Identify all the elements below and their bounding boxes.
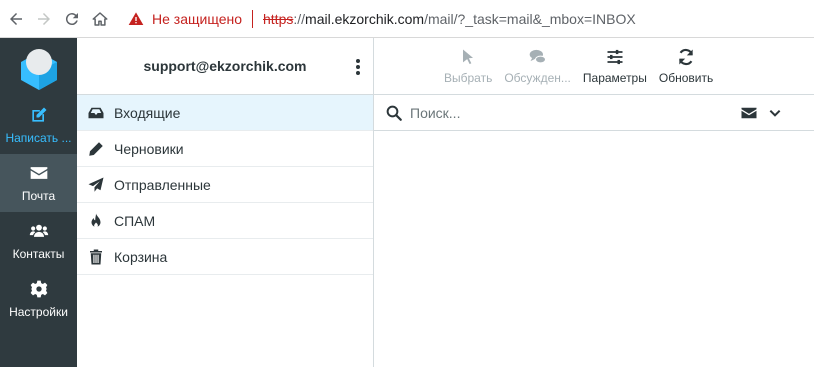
- url-host: mail.ekzorchik.com: [305, 10, 425, 27]
- folder-label: Корзина: [114, 248, 168, 265]
- search-input[interactable]: [410, 104, 740, 121]
- security-warning-text: Не защищено: [152, 10, 242, 27]
- folder-label: СПАМ: [114, 212, 156, 229]
- folder-pane: support@ekzorchik.com Входящие Черновики…: [77, 38, 374, 367]
- url-scheme-separator: ://: [293, 10, 306, 27]
- folder-label: Входящие: [114, 104, 181, 121]
- trash-icon: [90, 249, 102, 264]
- kebab-dot: [356, 71, 360, 75]
- select-button[interactable]: Выбрать: [444, 40, 492, 92]
- refresh-label: Обновить: [658, 71, 714, 85]
- nav-mail[interactable]: Почта: [0, 154, 77, 212]
- reload-button[interactable]: [58, 5, 86, 33]
- options-label: Параметры: [582, 71, 647, 85]
- address-bar[interactable]: Не защищено https://mail.ekzorchik.com/m…: [128, 4, 636, 34]
- search-bar: [374, 95, 814, 131]
- home-icon: [92, 11, 108, 26]
- forward-button[interactable]: [30, 5, 58, 33]
- folder-sent[interactable]: Отправленные: [77, 167, 373, 203]
- paper-plane-icon: [88, 177, 104, 192]
- compose-icon: [31, 107, 46, 122]
- home-button[interactable]: [86, 5, 114, 33]
- folder-label: Черновики: [114, 140, 184, 157]
- threads-label: Обсужден...: [504, 71, 571, 85]
- envelope-icon: [741, 107, 757, 118]
- cursor-arrow-icon: [463, 49, 474, 65]
- nav-settings-label: Настройки: [9, 305, 68, 319]
- arrow-right-icon: [38, 12, 50, 25]
- logo-cube-icon: [20, 49, 57, 90]
- users-icon: [29, 224, 48, 237]
- envelope-icon: [30, 167, 47, 179]
- refresh-button[interactable]: Обновить: [659, 40, 713, 92]
- sync-icon: [679, 48, 693, 66]
- nav-contacts[interactable]: Контакты: [0, 212, 77, 270]
- folder-spam[interactable]: СПАМ: [77, 203, 373, 239]
- folder-trash[interactable]: Корзина: [77, 239, 373, 275]
- url-scheme: https: [263, 10, 294, 27]
- fire-icon: [91, 213, 101, 227]
- folder-inbox[interactable]: Входящие: [77, 95, 373, 131]
- reload-icon: [65, 12, 78, 25]
- comments-icon: [529, 49, 546, 64]
- nav-mail-label: Почта: [21, 189, 56, 203]
- address-separator: [252, 9, 253, 28]
- folder-drafts[interactable]: Черновики: [77, 131, 373, 167]
- kebab-dot: [356, 59, 360, 63]
- kebab-dot: [356, 65, 360, 69]
- pencil-icon: [89, 141, 103, 156]
- search-icon[interactable]: [385, 104, 403, 122]
- nav-settings[interactable]: Настройки: [0, 270, 77, 328]
- roundcube-logo[interactable]: [0, 38, 77, 96]
- nav-compose-label: Написать ...: [5, 131, 72, 145]
- account-email: support@ekzorchik.com: [143, 58, 307, 74]
- gear-icon: [30, 280, 47, 298]
- nav-contacts-label: Контакты: [12, 247, 65, 261]
- sliders-icon: [607, 49, 623, 65]
- back-button[interactable]: [2, 5, 30, 33]
- app-navigation: Написать ... Почта Контакты Настройки: [0, 38, 77, 367]
- options-button[interactable]: Параметры: [583, 40, 647, 92]
- security-indicator[interactable]: Не защищено: [128, 11, 242, 27]
- search-scope-menu[interactable]: [740, 104, 782, 122]
- url-path: /mail/?_task=mail&_mbox=INBOX: [424, 10, 636, 27]
- arrow-left-icon: [10, 12, 22, 25]
- folder-options-button[interactable]: [351, 56, 365, 78]
- browser-toolbar: Не защищено https://mail.ekzorchik.com/m…: [0, 0, 814, 38]
- folder-label: Отправленные: [114, 176, 211, 193]
- message-toolbar: Выбрать Обсужден... Параметры Обновить: [374, 38, 814, 95]
- threads-button[interactable]: Обсужден...: [504, 40, 571, 92]
- select-label: Выбрать: [444, 71, 493, 85]
- folder-header: support@ekzorchik.com: [77, 38, 373, 95]
- nav-compose[interactable]: Написать ...: [0, 96, 77, 154]
- inbox-icon: [88, 107, 104, 118]
- chevron-down-icon: [769, 109, 781, 117]
- message-list-pane: Выбрать Обсужден... Параметры Обновить: [374, 38, 814, 367]
- warning-triangle-icon: [128, 11, 144, 25]
